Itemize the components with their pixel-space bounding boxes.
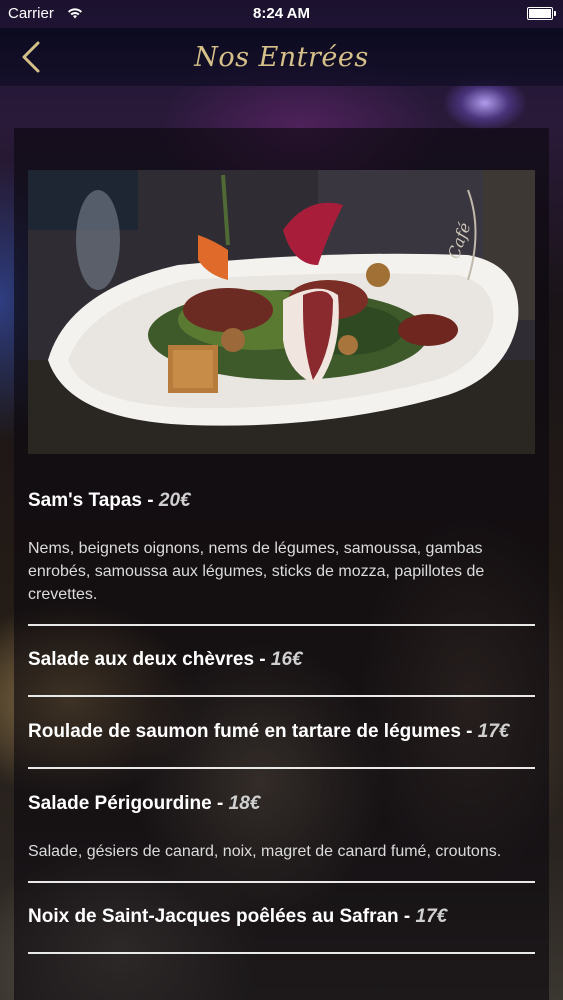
page-title: Nos Entrées (194, 42, 369, 73)
salad-plate-image: Café (28, 170, 535, 454)
menu-item-price: 16€ (270, 649, 303, 670)
menu-card: Café Sam's Tapas - 20€ Nems, beignets oi… (14, 128, 549, 1000)
menu-item-title: Noix de Saint-Jacques poêlées au Safran … (28, 906, 448, 927)
divider (28, 952, 535, 954)
menu-item-title: Salade aux deux chèvres - 16€ (28, 649, 303, 670)
menu-item-title: Salade Périgourdine - 18€ (28, 793, 261, 814)
menu-item-price: 20€ (158, 490, 191, 511)
menu-item-name: Salade Périgourdine (28, 793, 212, 814)
menu-item-salade-perigourdine[interactable]: Salade Périgourdine - 18€ Salade, gésier… (28, 769, 535, 883)
menu-item-name: Noix de Saint-Jacques poêlées au Safran (28, 906, 399, 927)
menu-item-description: Salade, gésiers de canard, noix, magret … (28, 843, 502, 860)
menu-item-price: 17€ (415, 906, 448, 927)
menu-item-salade-deux-chevres[interactable]: Salade aux deux chèvres - 16€ (28, 626, 535, 697)
menu-item-description: Nems, beignets oignons, nems de légumes,… (28, 540, 485, 603)
menu-item-title: Sam's Tapas - 20€ (28, 490, 191, 511)
menu-list: Sam's Tapas - 20€ Nems, beignets oignons… (28, 454, 535, 954)
status-bar: Carrier 8:24 AM (0, 0, 563, 28)
battery-icon (527, 7, 556, 20)
menu-item-name: Salade aux deux chèvres (28, 649, 255, 670)
navigation-bar: Nos Entrées (0, 28, 563, 86)
menu-item-title: Roulade de saumon fumé en tartare de lég… (28, 721, 510, 742)
menu-item-name: Sam's Tapas (28, 490, 142, 511)
dish-photo: Café (28, 170, 535, 454)
menu-item-roulade-saumon[interactable]: Roulade de saumon fumé en tartare de lég… (28, 697, 535, 769)
menu-item-saint-jacques[interactable]: Noix de Saint-Jacques poêlées au Safran … (28, 883, 535, 954)
menu-item-price: 18€ (228, 793, 261, 814)
menu-item-price: 17€ (477, 721, 510, 742)
menu-item-sams-tapas[interactable]: Sam's Tapas - 20€ Nems, beignets oignons… (28, 454, 535, 626)
status-time: 8:24 AM (253, 5, 310, 22)
menu-item-name: Roulade de saumon fumé en tartare de lég… (28, 721, 461, 742)
